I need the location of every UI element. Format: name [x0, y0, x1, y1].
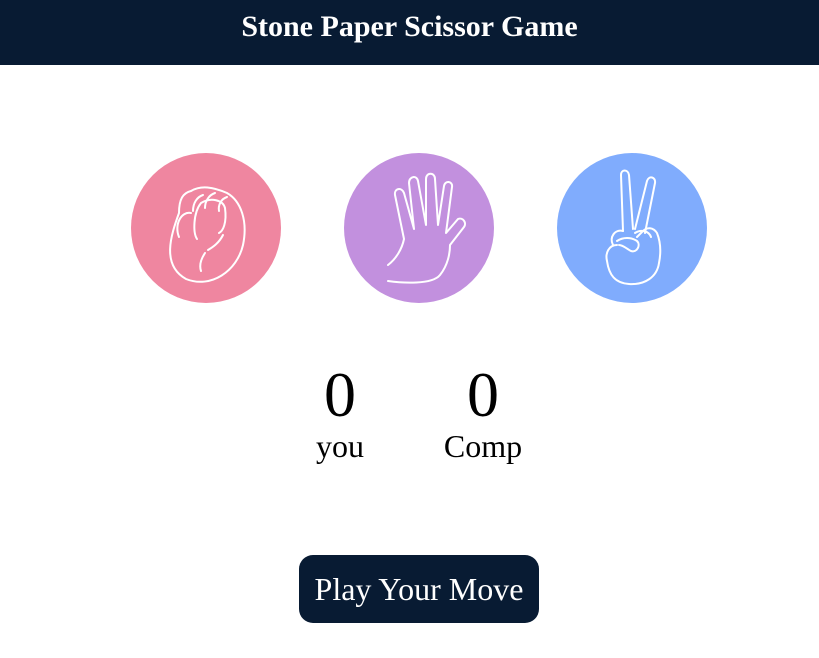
fist-icon — [131, 153, 281, 303]
user-score: 0 — [324, 359, 356, 430]
header: Stone Paper Scissor Game — [0, 0, 819, 65]
comp-score: 0 — [467, 359, 499, 430]
comp-score-label: Comp — [443, 428, 523, 464]
play-your-move-message: Play Your Move — [299, 555, 539, 623]
comp-score-block: 0 Comp — [413, 359, 553, 465]
victory-hand-icon — [557, 153, 707, 303]
open-hand-icon — [344, 153, 494, 303]
page-title: Stone Paper Scissor Game — [241, 9, 578, 43]
user-score-block: 0 you — [270, 359, 410, 465]
paper-choice[interactable] — [344, 153, 494, 303]
scissor-choice[interactable] — [557, 153, 707, 303]
user-score-label: you — [316, 428, 364, 464]
rock-choice[interactable] — [131, 153, 281, 303]
